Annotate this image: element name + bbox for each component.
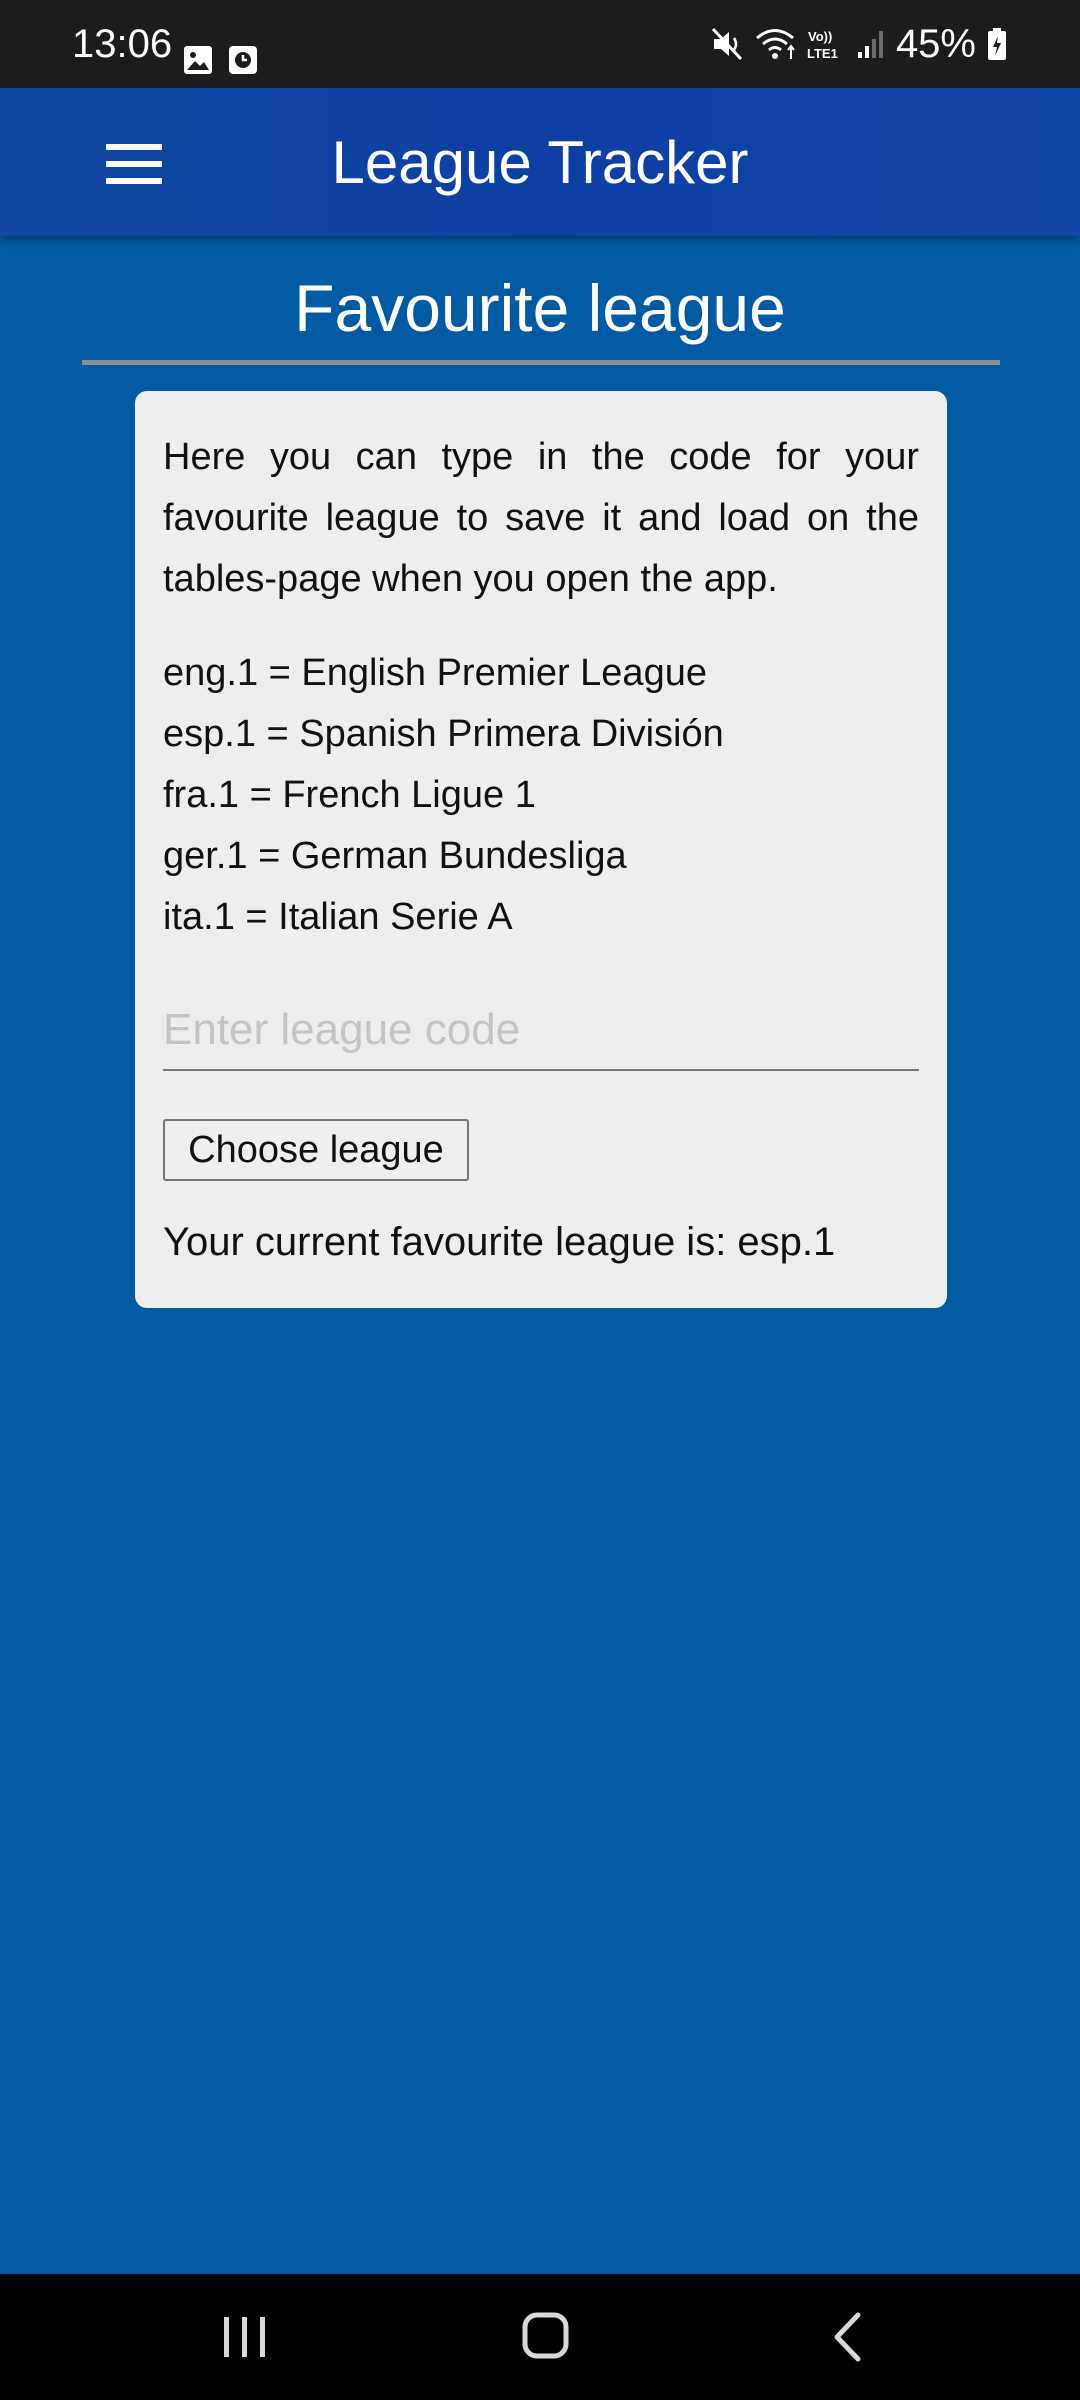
choose-league-button[interactable]: Choose league bbox=[163, 1119, 469, 1181]
battery-percentage: 45% bbox=[895, 21, 976, 66]
status-left-icons bbox=[182, 42, 258, 78]
status-right-icons: Vo)) LTE1 45% bbox=[710, 14, 1008, 74]
league-code-item: esp.1 = Spanish Primera División bbox=[163, 713, 724, 755]
home-icon[interactable] bbox=[505, 2304, 585, 2370]
back-icon[interactable] bbox=[806, 2304, 886, 2370]
page-title: Favourite league bbox=[294, 271, 786, 345]
app-title: League Tracker bbox=[331, 129, 749, 196]
intro-text: Here you can type in the code for your f… bbox=[163, 436, 919, 600]
title-divider bbox=[82, 360, 1000, 365]
status-time: 13:06 bbox=[72, 22, 173, 66]
status-bar: 13:06 Vo)) LTE1 45% bbox=[0, 0, 1080, 88]
league-code-item: ita.1 = Italian Serie A bbox=[163, 896, 513, 938]
image-icon bbox=[182, 44, 214, 76]
league-code-item: eng.1 = English Premier League bbox=[163, 652, 707, 694]
league-code-list: eng.1 = English Premier League esp.1 = S… bbox=[163, 643, 724, 948]
signal-icon bbox=[856, 26, 886, 62]
league-code-item: ger.1 = German Bundesliga bbox=[163, 835, 627, 877]
mute-icon bbox=[710, 26, 744, 62]
league-code-input[interactable] bbox=[163, 991, 919, 1071]
current-favourite-text: Your current favourite league is: esp.1 bbox=[163, 1220, 836, 1264]
navigation-bar bbox=[0, 2274, 1080, 2400]
battery-icon bbox=[986, 26, 1008, 62]
svg-text:Vo)): Vo)) bbox=[808, 29, 832, 44]
clock-icon bbox=[228, 44, 258, 76]
recent-apps-icon[interactable] bbox=[204, 2304, 284, 2370]
svg-text:LTE1: LTE1 bbox=[807, 46, 838, 61]
league-code-item: fra.1 = French Ligue 1 bbox=[163, 774, 536, 816]
volte-lte-icon: Vo)) LTE1 bbox=[806, 26, 846, 62]
app-bar: League Tracker bbox=[0, 88, 1080, 236]
favourite-league-card: Here you can type in the code for your f… bbox=[135, 391, 947, 1308]
wifi-icon bbox=[754, 26, 796, 62]
